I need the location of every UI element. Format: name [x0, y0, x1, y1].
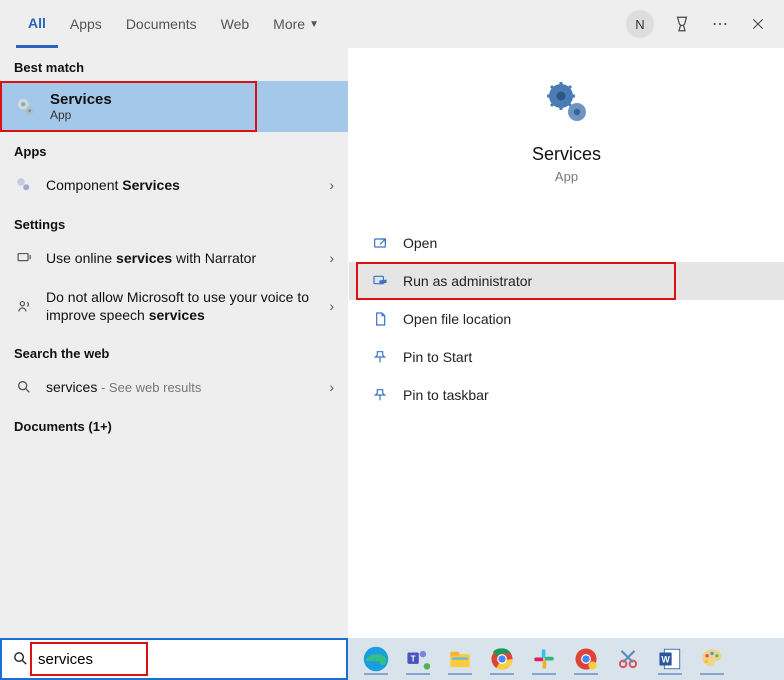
file-location-icon	[371, 310, 389, 328]
action-label: Open	[403, 235, 437, 251]
search-icon	[14, 377, 34, 397]
narrator-icon	[14, 248, 34, 268]
chevron-right-icon: ›	[329, 250, 334, 266]
results-panel: Best match Services App Apps Component S…	[0, 48, 348, 638]
chevron-right-icon: ›	[329, 177, 334, 193]
action-label: Run as administrator	[403, 273, 532, 289]
taskbar-edge-icon[interactable]	[360, 643, 392, 675]
result-label: Do not allow Microsoft to use your voice…	[46, 288, 329, 324]
result-label: Component Services	[46, 177, 329, 193]
taskbar-explorer-icon[interactable]	[444, 643, 476, 675]
taskbar-snip-icon[interactable]	[612, 643, 644, 675]
taskbar-word-icon[interactable]: W	[654, 643, 686, 675]
more-options-icon[interactable]: ⋯	[710, 14, 730, 34]
action-pin-to-taskbar[interactable]: Pin to taskbar	[349, 376, 784, 414]
taskbar: T W	[348, 638, 784, 680]
preview-panel: Services App Open Run as administrator	[348, 48, 784, 638]
tab-more-label: More	[273, 16, 305, 32]
section-best-match: Best match	[0, 48, 348, 81]
section-settings: Settings	[0, 205, 348, 238]
best-match-subtitle: App	[50, 108, 112, 122]
action-open-file-location[interactable]: Open file location	[349, 300, 784, 338]
search-box[interactable]	[0, 638, 348, 680]
action-pin-to-start[interactable]: Pin to Start	[349, 338, 784, 376]
result-component-services[interactable]: Component Services ›	[0, 165, 348, 205]
open-icon	[371, 234, 389, 252]
admin-icon	[371, 272, 389, 290]
taskbar-slack-icon[interactable]	[528, 643, 560, 675]
taskbar-paint-icon[interactable]	[696, 643, 728, 675]
filter-tabs: All Apps Documents Web More ▼ N ⋯	[0, 0, 784, 48]
action-open[interactable]: Open	[349, 224, 784, 262]
services-app-large-icon	[543, 78, 591, 126]
taskbar-chrome-canary-icon[interactable]	[570, 643, 602, 675]
best-match-title: Services	[50, 91, 112, 108]
result-label: Use online services with Narrator	[46, 250, 329, 266]
taskbar-chrome-icon[interactable]	[486, 643, 518, 675]
chevron-down-icon: ▼	[309, 19, 319, 30]
pin-start-icon	[371, 348, 389, 366]
search-input[interactable]	[38, 651, 336, 668]
preview-actions: Open Run as administrator Open file loca…	[349, 224, 784, 414]
tab-more[interactable]: More ▼	[261, 0, 331, 48]
action-label: Open file location	[403, 311, 511, 327]
action-run-as-administrator[interactable]: Run as administrator	[349, 262, 784, 300]
component-services-icon	[14, 175, 34, 195]
result-narrator-services[interactable]: Use online services with Narrator ›	[0, 238, 348, 278]
tab-documents[interactable]: Documents	[114, 0, 209, 48]
preview-subtitle: App	[555, 169, 578, 184]
chevron-right-icon: ›	[329, 298, 334, 314]
result-label: services - See web results	[46, 379, 329, 395]
taskbar-teams-icon[interactable]: T	[402, 643, 434, 675]
user-avatar[interactable]: N	[626, 10, 654, 38]
svg-text:T: T	[411, 654, 416, 663]
bottom-bar: T W	[0, 638, 784, 680]
tab-all[interactable]: All	[16, 0, 58, 48]
best-match-result[interactable]: Services App	[0, 81, 348, 132]
reward-icon[interactable]	[672, 14, 692, 34]
close-icon[interactable]	[748, 14, 768, 34]
section-documents: Documents (1+)	[0, 407, 348, 440]
section-search-web: Search the web	[0, 334, 348, 367]
action-label: Pin to Start	[403, 349, 472, 365]
svg-text:W: W	[661, 654, 670, 664]
speech-icon	[14, 296, 34, 316]
search-icon	[12, 650, 30, 668]
preview-title: Services	[532, 144, 601, 165]
tab-web[interactable]: Web	[209, 0, 262, 48]
annotation-highlight	[0, 81, 257, 132]
tab-apps[interactable]: Apps	[58, 0, 114, 48]
action-label: Pin to taskbar	[403, 387, 489, 403]
chevron-right-icon: ›	[329, 379, 334, 395]
result-speech-services[interactable]: Do not allow Microsoft to use your voice…	[0, 278, 348, 334]
section-apps: Apps	[0, 132, 348, 165]
services-app-icon	[14, 95, 38, 119]
result-web-services[interactable]: services - See web results ›	[0, 367, 348, 407]
pin-taskbar-icon	[371, 386, 389, 404]
